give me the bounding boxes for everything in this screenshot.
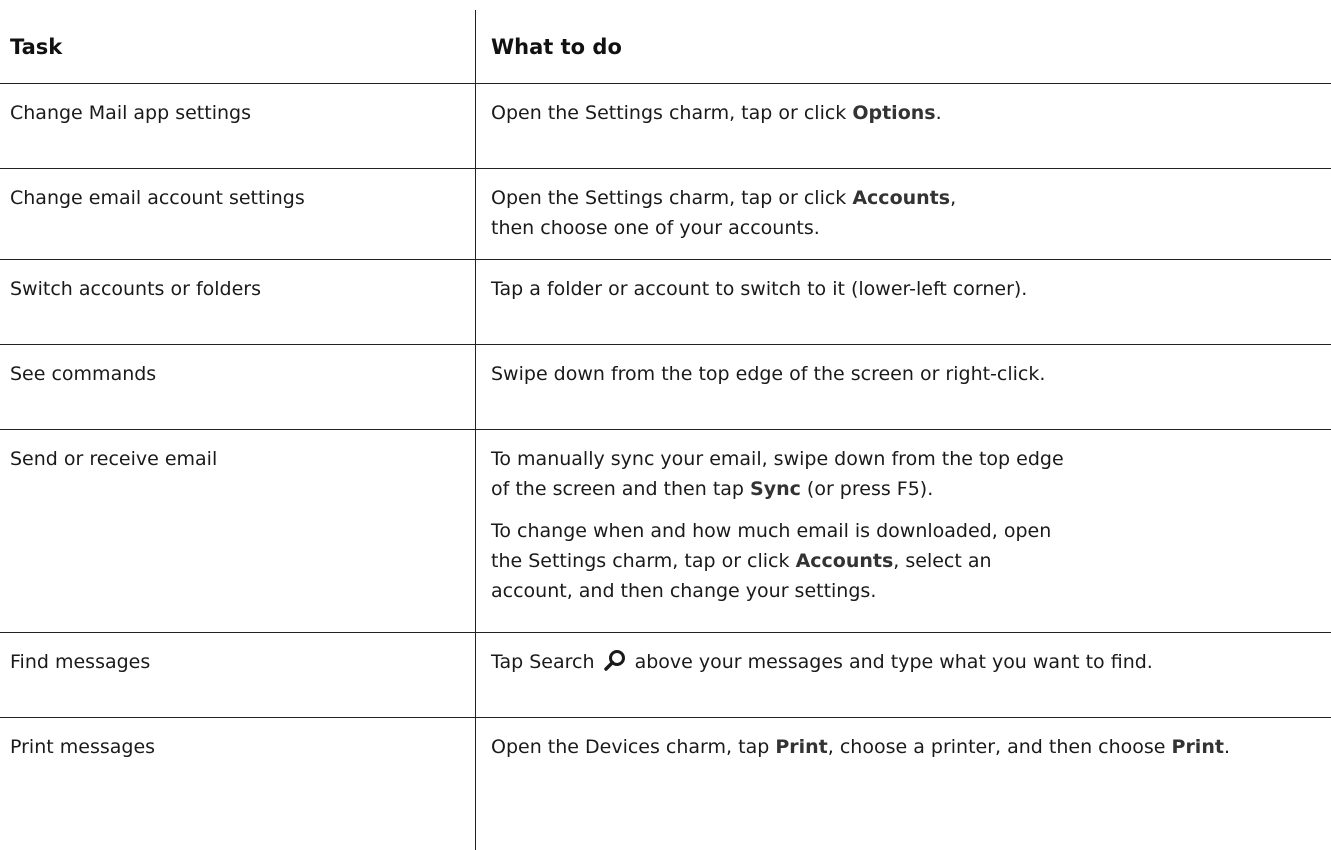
search-icon: [603, 648, 627, 672]
task-cell: Find messages: [10, 651, 151, 673]
sync-term: Sync: [750, 478, 801, 500]
task-cell: Print messages: [10, 736, 156, 758]
task-cell: Send or receive email: [10, 448, 218, 470]
table-row: See commands Swipe down from the top edg…: [0, 345, 1331, 429]
accounts-term: Accounts: [852, 187, 951, 209]
print-term: Print: [1171, 736, 1224, 758]
what-cell: Tap Search above your messages and type …: [491, 647, 1311, 677]
what-cell: Swipe down from the top edge of the scre…: [491, 363, 1046, 385]
table-row: Switch accounts or folders Tap a folder …: [0, 260, 1331, 344]
what-cell: To manually sync your email, swipe down …: [491, 448, 1064, 602]
what-cell: Tap a folder or account to switch to it …: [491, 278, 1028, 300]
table-row: Send or receive email To manually sync y…: [0, 430, 1331, 632]
table-row: Change email account settings Open the S…: [0, 169, 1331, 259]
task-cell: Change email account settings: [10, 187, 305, 209]
header-what-to-do: What to do: [491, 35, 622, 59]
task-cell: Change Mail app settings: [10, 102, 251, 124]
what-cell: Open the Settings charm, tap or click Op…: [491, 102, 942, 124]
table-row: Find messages Tap Search above your mess…: [0, 633, 1331, 717]
options-term: Options: [852, 102, 936, 124]
help-table: Task What to do Change Mail app settings…: [0, 0, 1331, 850]
header-task: Task: [10, 35, 63, 59]
table-header-row: Task What to do: [0, 0, 1331, 83]
task-cell: Switch accounts or folders: [10, 278, 262, 300]
task-cell: See commands: [10, 363, 157, 385]
accounts-term: Accounts: [795, 550, 894, 572]
table-row: Change Mail app settings Open the Settin…: [0, 84, 1331, 168]
print-term: Print: [775, 736, 828, 758]
what-cell: Open the Devices charm, tap Print, choos…: [491, 736, 1230, 758]
table-row: Print messages Open the Devices charm, t…: [0, 718, 1331, 850]
what-cell: Open the Settings charm, tap or click Ac…: [491, 187, 957, 239]
